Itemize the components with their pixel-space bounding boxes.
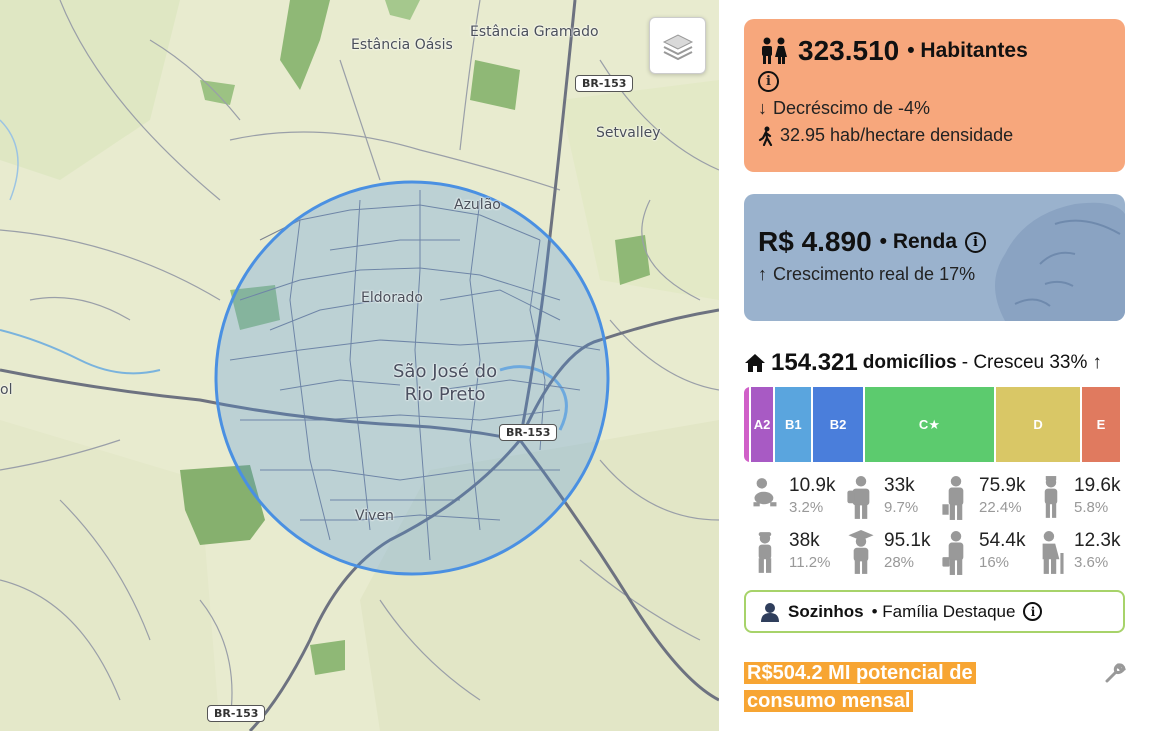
class-segment-a1[interactable]	[744, 387, 751, 462]
graduate-icon	[848, 530, 874, 574]
family-highlight[interactable]: Sozinhos • Família Destaque i	[744, 590, 1125, 633]
income-value: R$ 4.890	[758, 226, 872, 257]
map-basemap	[0, 0, 719, 731]
age-group-percent: 22.4%	[979, 499, 1022, 516]
population-label: • Habitantes	[907, 39, 1028, 62]
arrow-up-icon: ↑	[1092, 352, 1102, 373]
map-label-viven: Viven	[355, 508, 394, 524]
age-group-percent: 3.2%	[789, 499, 824, 516]
income-growth-row: ↑ Crescimento real de 17%	[758, 264, 1111, 285]
age-group-value: 75.9k	[979, 475, 1026, 496]
map-label-city-line2: Rio Preto	[404, 384, 486, 405]
age-group-percent: 9.7%	[884, 499, 919, 516]
population-density-row: 32.95 hab/hectare densidade	[758, 125, 1111, 146]
wrench-icon[interactable]	[1104, 662, 1126, 684]
class-segment-e[interactable]: E	[1081, 387, 1120, 462]
age-group-value: 12.3k	[1074, 530, 1121, 551]
businessman-icon	[942, 531, 964, 575]
social-class-bar: A2 B1 B2 C ★ D E	[744, 387, 1125, 462]
class-segment-label: D	[1033, 417, 1043, 432]
income-label: • Renda	[879, 230, 958, 253]
student-icon	[847, 476, 870, 519]
age-group-percent: 3.6%	[1074, 554, 1109, 571]
class-segment-label: A2	[753, 417, 771, 432]
age-group-value: 38k	[789, 530, 820, 551]
class-segment-label: B2	[829, 417, 847, 432]
population-value: 323.510	[798, 35, 900, 66]
age-group-item: 19.6k 5.8%	[1034, 475, 1129, 527]
households-label: domicílios	[862, 352, 957, 373]
income-growth: Crescimento real de 17%	[773, 264, 976, 284]
family-label: Sozinhos	[788, 601, 864, 621]
age-group-item: 95.1k 28%	[844, 530, 939, 582]
class-segment-b1[interactable]: B1	[775, 387, 814, 462]
layers-icon	[662, 33, 693, 60]
older-man-icon	[1044, 476, 1058, 518]
age-group-value: 10.9k	[789, 475, 836, 496]
age-group-value: 95.1k	[884, 530, 931, 551]
family-info-icon[interactable]: i	[1023, 602, 1043, 621]
age-group-percent: 5.8%	[1074, 499, 1109, 516]
age-group-value: 54.4k	[979, 530, 1026, 551]
population-density: 32.95 hab/hectare densidade	[780, 125, 1014, 145]
age-group-percent: 16%	[979, 554, 1010, 571]
map-label-azulao: Azulão	[454, 197, 501, 213]
child-cap-icon	[758, 532, 772, 573]
adult-man-icon	[942, 476, 964, 520]
income-info-icon[interactable]: i	[965, 231, 987, 253]
insights-panel: 323.510 • Habitantes i ↓ Decréscimo de -…	[719, 0, 1150, 731]
map-label-setvalley: Setvalley	[596, 125, 661, 141]
people-icon	[762, 37, 787, 64]
home-icon	[745, 354, 765, 372]
age-group-item: 33k 9.7%	[844, 475, 939, 527]
population-card: 323.510 • Habitantes i ↓ Decréscimo de -…	[744, 19, 1125, 172]
age-group-percent: 11.2%	[789, 554, 831, 571]
family-suffix: • Família Destaque	[871, 601, 1016, 621]
age-group-item: 75.9k 22.4%	[939, 475, 1034, 527]
map-label-eldorado: Eldorado	[361, 290, 423, 306]
class-segment-label: C	[918, 417, 929, 432]
map-label-ol: ol	[0, 382, 13, 398]
class-segment-b2[interactable]: B2	[813, 387, 865, 462]
map-label-city: São José do Rio Preto	[393, 360, 497, 406]
map-view[interactable]: Estância Oásis Estância Gramado Setvalle…	[0, 0, 719, 731]
map-label-city-line1: São José do	[393, 361, 498, 382]
consumption-potential: R$504.2 MI potencial de consumo mensal	[744, 659, 1006, 715]
road-shield-br153-top: BR-153	[575, 75, 634, 92]
households-growth: - Cresceu 33%	[961, 352, 1088, 373]
age-group-item: 10.9k 3.2%	[749, 475, 844, 527]
population-change: Decréscimo de -4%	[773, 98, 931, 118]
baby-icon	[753, 478, 777, 507]
population-info-icon[interactable]: i	[758, 71, 779, 92]
walking-icon	[758, 126, 773, 146]
age-group-percent: 28%	[884, 554, 915, 571]
class-segment-a2[interactable]: A2	[750, 387, 776, 462]
map-label-estancia-gramado: Estância Gramado	[470, 24, 599, 40]
map-label-estancia-oasis: Estância Oásis	[351, 37, 453, 53]
class-segment-label: E	[1096, 417, 1106, 432]
households-row: 154.321 domicílios - Cresceu 33% ↑	[744, 349, 1102, 377]
person-icon	[761, 602, 779, 622]
road-shield-br153-mid: BR-153	[499, 424, 558, 441]
age-group-item: 54.4k 16%	[939, 530, 1034, 582]
income-card: R$ 4.890 • Renda i ↑ Crescimento real de…	[744, 194, 1125, 321]
age-group-value: 19.6k	[1074, 475, 1121, 496]
class-segment-label: B1	[784, 417, 802, 432]
layers-button[interactable]	[649, 17, 706, 74]
households-value: 154.321	[771, 349, 858, 376]
class-segment-d[interactable]: D	[996, 387, 1082, 462]
population-change-row: ↓ Decréscimo de -4%	[758, 98, 1111, 119]
star-icon: ★	[928, 416, 940, 432]
age-group-value: 33k	[884, 475, 915, 496]
elderly-cane-icon	[1042, 531, 1064, 574]
arrow-up-icon: ↑	[758, 264, 767, 284]
age-group-item: 12.3k 3.6%	[1034, 530, 1129, 582]
class-segment-c[interactable]: C ★	[864, 387, 997, 462]
age-group-item: 38k 11.2%	[749, 530, 844, 582]
road-shield-br153-bottom: BR-153	[207, 705, 266, 722]
arrow-down-icon: ↓	[758, 98, 767, 118]
consumption-text: R$504.2 MI potencial de consumo mensal	[744, 662, 976, 712]
